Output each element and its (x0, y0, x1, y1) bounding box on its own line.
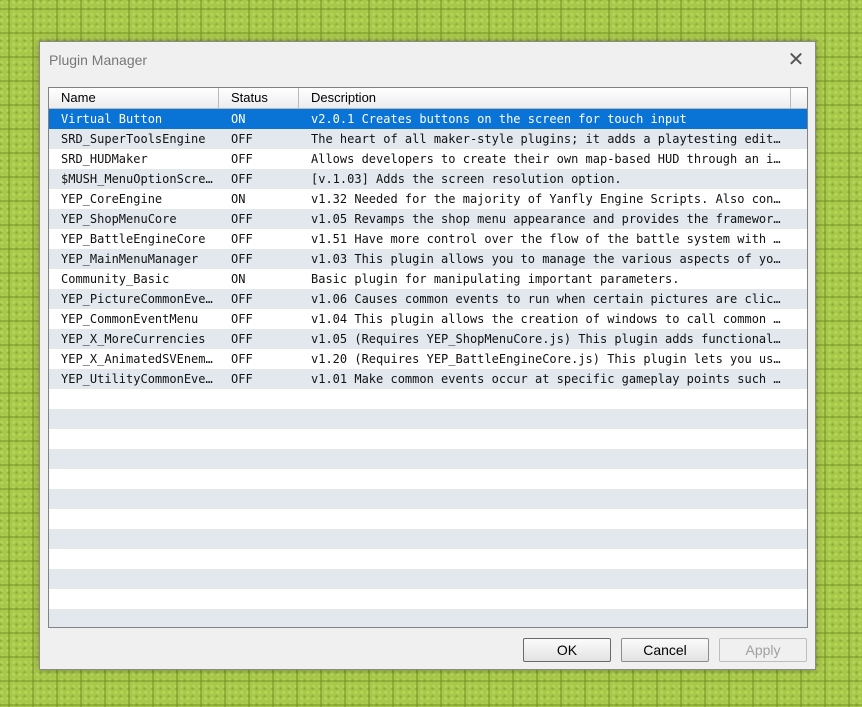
cancel-button[interactable]: Cancel (621, 638, 709, 662)
plugin-status-cell: OFF (231, 352, 253, 366)
table-row[interactable]: Community_Basic ON Basic plugin for manipu… (49, 269, 807, 289)
table-row[interactable]: YEP_PictureCommonEvents OFF v1.06 Causes c… (49, 289, 807, 309)
plugin-name-cell: YEP_X_MoreCurrencies (61, 332, 206, 346)
plugin-status-cell: OFF (231, 332, 253, 346)
plugin-description-cell: v1.32 Needed for the majority of Yanfly … (311, 192, 787, 206)
empty-row (49, 569, 807, 589)
plugin-name-cell: SRD_SuperToolsEngine (61, 132, 206, 146)
plugin-name-cell: YEP_MainMenuManager (61, 252, 199, 266)
plugin-description-cell: The heart of all maker-style plugins; it… (311, 132, 787, 146)
plugin-status-cell: OFF (231, 132, 253, 146)
empty-row (49, 589, 807, 609)
plugin-status-cell: ON (231, 272, 246, 286)
table-row[interactable]: YEP_CoreEngine ON v1.32 Needed for the maj… (49, 189, 807, 209)
empty-row (49, 549, 807, 569)
table-row[interactable]: YEP_X_MoreCurrencies OFF v1.05 (Requires Y… (49, 329, 807, 349)
table-row[interactable]: SRD_SuperToolsEngine OFF The heart of all … (49, 129, 807, 149)
plugin-status-cell: OFF (231, 252, 253, 266)
empty-row (49, 409, 807, 429)
empty-row (49, 429, 807, 449)
table-row[interactable]: SRD_HUDMaker OFF Allows developers to crea… (49, 149, 807, 169)
plugin-rows: Virtual Button ON v2.0.1 Creates buttons o… (49, 109, 807, 627)
plugin-name-cell: YEP_CommonEventMenu (61, 312, 199, 326)
table-row[interactable]: YEP_ShopMenuCore OFF v1.05 Revamps the sho… (49, 209, 807, 229)
plugin-name-cell: $MUSH_MenuOptionScree… (61, 172, 219, 186)
empty-row (49, 489, 807, 509)
plugin-description-cell: v1.20 (Requires YEP_BattleEngineCore.js)… (311, 352, 787, 366)
title-bar[interactable]: Plugin Manager ✕ (40, 42, 815, 80)
plugin-name-cell: YEP_CoreEngine (61, 192, 163, 206)
close-icon[interactable]: ✕ (783, 48, 809, 74)
plugin-name-cell: YEP_X_AnimatedSVEnemies (61, 352, 219, 366)
plugin-status-cell: OFF (231, 212, 253, 226)
plugin-description-cell: v1.01 Make common events occur at specif… (311, 372, 787, 386)
column-header-description[interactable]: Description (299, 88, 791, 108)
plugin-description-cell: v1.04 This plugin allows the creation of… (311, 312, 787, 326)
plugin-name-cell: YEP_BattleEngineCore (61, 232, 206, 246)
dialog-title: Plugin Manager (49, 52, 148, 68)
plugin-description-cell: v1.05 Revamps the shop menu appearance a… (311, 212, 787, 226)
plugin-status-cell: OFF (231, 172, 253, 186)
column-header-status[interactable]: Status (219, 88, 299, 108)
plugin-status-cell: OFF (231, 372, 253, 386)
plugin-description-cell: v2.0.1 Creates buttons on the screen for… (311, 112, 687, 126)
plugin-status-cell: OFF (231, 232, 253, 246)
plugin-name-cell: YEP_UtilityCommonEvents (61, 372, 219, 386)
empty-row (49, 609, 807, 627)
plugin-description-cell: Allows developers to create their own ma… (311, 152, 787, 166)
column-header-filler (791, 88, 807, 108)
column-header-name[interactable]: Name (49, 88, 219, 108)
empty-row (49, 529, 807, 549)
empty-row (49, 469, 807, 489)
plugin-name-cell: SRD_HUDMaker (61, 152, 148, 166)
plugin-list[interactable]: Name Status Description Virtual Button ON… (48, 87, 808, 628)
ok-button[interactable]: OK (523, 638, 611, 662)
plugin-status-cell: OFF (231, 152, 253, 166)
plugin-status-cell: ON (231, 192, 246, 206)
plugin-description-cell: Basic plugin for manipulating important … (311, 272, 680, 286)
list-header: Name Status Description (49, 88, 807, 109)
table-row[interactable]: Virtual Button ON v2.0.1 Creates buttons o… (49, 109, 807, 129)
apply-button[interactable]: Apply (719, 638, 807, 662)
plugin-status-cell: OFF (231, 312, 253, 326)
plugin-description-cell: v1.03 This plugin allows you to manage t… (311, 252, 787, 266)
plugin-name-cell: YEP_ShopMenuCore (61, 212, 177, 226)
plugin-description-cell: [v.1.03] Adds the screen resolution opti… (311, 172, 622, 186)
plugin-name-cell: Virtual Button (61, 112, 163, 126)
plugin-manager-dialog: Plugin Manager ✕ Name Status Description… (39, 41, 816, 670)
table-row[interactable]: $MUSH_MenuOptionScree… OFF [v.1.03] Adds t… (49, 169, 807, 189)
empty-row (49, 509, 807, 529)
table-row[interactable]: YEP_BattleEngineCore OFF v1.51 Have more c… (49, 229, 807, 249)
empty-row (49, 389, 807, 409)
table-row[interactable]: YEP_UtilityCommonEvents OFF v1.01 Make com… (49, 369, 807, 389)
plugin-description-cell: v1.51 Have more control over the flow of… (311, 232, 787, 246)
empty-row (49, 449, 807, 469)
plugin-name-cell: YEP_PictureCommonEvents (61, 292, 219, 306)
plugin-description-cell: v1.06 Causes common events to run when c… (311, 292, 787, 306)
plugin-name-cell: Community_Basic (61, 272, 170, 286)
plugin-status-cell: ON (231, 112, 246, 126)
table-row[interactable]: YEP_MainMenuManager OFF v1.03 This plugin … (49, 249, 807, 269)
table-row[interactable]: YEP_X_AnimatedSVEnemies OFF v1.20 (Require… (49, 349, 807, 369)
plugin-status-cell: OFF (231, 292, 253, 306)
plugin-description-cell: v1.05 (Requires YEP_ShopMenuCore.js) Thi… (311, 332, 787, 346)
table-row[interactable]: YEP_CommonEventMenu OFF v1.04 This plugin … (49, 309, 807, 329)
